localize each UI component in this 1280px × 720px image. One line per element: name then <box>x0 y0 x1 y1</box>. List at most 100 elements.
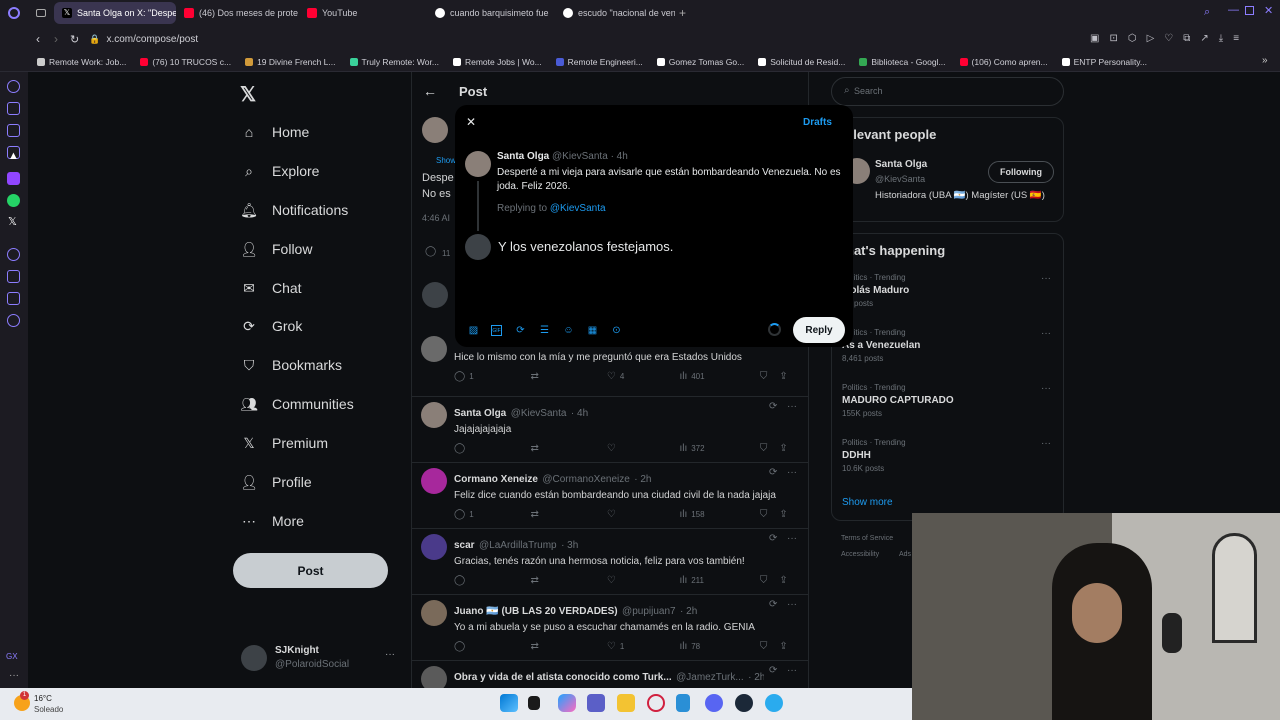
account-switcher[interactable]: SJKnight @PolaroidSocial ··· <box>240 644 400 674</box>
close-window-icon[interactable]: ✕ <box>1264 4 1273 17</box>
aria-icon[interactable]: ▲ <box>8 150 19 162</box>
x-logo-icon[interactable]: 𝕏 <box>240 82 256 107</box>
author-name[interactable]: Santa Olga <box>454 408 506 419</box>
new-tab-icon[interactable]: + <box>679 6 686 20</box>
trend-item[interactable]: Politics · Trending icolás Maduro 2K posts… <box>842 273 1052 308</box>
back-icon[interactable]: ‹ <box>36 32 40 46</box>
more-dots-icon[interactable]: ··· <box>787 533 797 544</box>
bookmark-item[interactable]: Truly Remote: Wor... <box>343 57 446 67</box>
opera-taskbar-icon[interactable] <box>647 694 665 712</box>
bookmark-action[interactable]: ⛉ <box>760 641 780 652</box>
image-icon[interactable]: ▨ <box>468 325 479 336</box>
more-dots-icon[interactable]: ··· <box>787 467 797 478</box>
more-dots-icon[interactable]: ··· <box>385 649 395 660</box>
opera-logo-icon[interactable] <box>8 7 20 19</box>
settings-icon[interactable] <box>7 314 20 327</box>
telegram-icon[interactable] <box>765 694 783 712</box>
notepad-icon[interactable] <box>676 694 690 712</box>
bookmark-item[interactable]: Solicitud de Resid... <box>751 57 852 67</box>
share-action[interactable]: ⇪ <box>779 443 799 454</box>
tab-sidebar-icon[interactable] <box>36 9 46 17</box>
share-action[interactable]: ⇪ <box>779 509 799 520</box>
bookmark-item[interactable]: Biblioteca - Googl... <box>852 57 952 67</box>
footer-terms-link[interactable]: Terms of Service <box>841 535 893 542</box>
music-icon[interactable] <box>7 248 20 261</box>
grok-icon[interactable]: ⟳ <box>769 665 777 676</box>
reply-post[interactable]: Obra y vida de el atista conocido como T… <box>411 660 809 699</box>
like-action[interactable]: ♡ 1 <box>607 641 680 652</box>
nav-item-grok[interactable]: ⟳ Grok <box>240 317 302 335</box>
author-name[interactable]: Cormano Xeneize <box>454 474 538 485</box>
grok-icon[interactable]: ⟳ <box>769 467 777 478</box>
share-icon[interactable]: ↗ <box>1200 33 1208 44</box>
author-name[interactable]: Obra y vida de el atista conocido como T… <box>454 672 672 683</box>
repost-action[interactable]: ⇄ <box>530 509 606 520</box>
views-action[interactable]: ılı 211 <box>679 575 759 586</box>
replying-handle-link[interactable]: @KievSanta <box>550 203 606 214</box>
grok-icon[interactable]: ⟳ <box>769 599 777 610</box>
author-name[interactable]: scar <box>454 540 475 551</box>
more-dots-icon[interactable]: ··· <box>787 401 797 412</box>
repost-action[interactable]: ⇄ <box>530 371 606 382</box>
author-name[interactable]: Juano 🇦🇷 (UB LAS 20 VERDADES) <box>454 606 618 617</box>
discord-icon[interactable] <box>705 694 723 712</box>
minimize-icon[interactable]: — <box>1228 4 1239 16</box>
reply-button[interactable]: Reply <box>793 317 845 343</box>
bookmark-item[interactable]: Remote Jobs | Wo... <box>446 57 549 67</box>
reply-post[interactable]: Cormano Xeneize @CormanoXeneize · 2h ⟳ ···… <box>411 462 809 528</box>
footer-ads-link[interactable]: Ads <box>899 551 911 558</box>
poll-icon[interactable]: ☰ <box>539 325 550 336</box>
bookmark-item[interactable]: Remote Work: Job... <box>30 57 133 67</box>
whatsapp-icon[interactable] <box>7 194 20 207</box>
reply-action[interactable]: ◯ <box>454 575 530 586</box>
trend-item[interactable]: Politics · Trending DDHH 10.6K posts ··· <box>842 438 1052 473</box>
task-view-icon[interactable] <box>528 696 540 710</box>
nav-item-notifications[interactable]: 🔔︎ Notifications <box>240 201 348 219</box>
search-box[interactable]: ⌕ Search <box>831 77 1064 106</box>
grok-icon[interactable]: ⟳ <box>515 325 526 336</box>
bookmarks-overflow-icon[interactable]: » <box>1262 55 1268 66</box>
bookmark-action[interactable]: ⛉ <box>760 509 780 520</box>
search-input[interactable]: Search <box>854 86 883 96</box>
menu-icon[interactable]: ≡ <box>1233 33 1239 44</box>
person-name[interactable]: Santa Olga <box>875 159 927 170</box>
reply-action[interactable]: ◯ <box>454 641 530 652</box>
location-icon[interactable]: ⊙ <box>611 325 622 336</box>
avatar[interactable] <box>421 336 447 362</box>
views-action[interactable]: ılı 372 <box>679 443 759 454</box>
tab-google-2[interactable]: escudo "nacional de vene <box>555 2 675 24</box>
reply-action[interactable]: ◯ <box>454 443 530 454</box>
maximize-icon[interactable] <box>1245 6 1254 15</box>
reply-icon[interactable]: ◯ <box>425 246 436 257</box>
repost-action[interactable]: ⇄ <box>530 575 606 586</box>
toolbar-extension-icons[interactable]: ▣ ⊡ ⬡ ▷ ♡ ⧉ ↗ ⤓ ≡ <box>1090 33 1239 44</box>
messenger-sidebar-icon[interactable] <box>7 124 20 137</box>
heart-icon[interactable]: ♡ <box>1164 33 1173 44</box>
x-sidebar-icon[interactable]: 𝕏 <box>8 215 17 228</box>
more-dots-icon[interactable]: ··· <box>787 599 797 610</box>
nav-item-communities[interactable]: 👥︎ Communities <box>240 395 354 413</box>
download-icon[interactable]: ⤓ <box>1219 33 1223 44</box>
bookmark-item[interactable]: ENTP Personality... <box>1055 57 1154 67</box>
share-action[interactable]: ⇪ <box>779 641 799 652</box>
like-action[interactable]: ♡ <box>607 443 680 454</box>
tab-youtube-2[interactable]: YouTube <box>299 2 427 24</box>
avatar[interactable] <box>421 402 447 428</box>
post-button[interactable]: Post <box>233 553 388 588</box>
tab-youtube-1[interactable]: (46) Dos meses de prote <box>176 2 299 24</box>
nav-item-more[interactable]: ⋯ More <box>240 512 304 530</box>
social-icon[interactable] <box>7 292 20 305</box>
profile-sidebar-icon[interactable] <box>7 102 20 115</box>
url-field[interactable]: x.com/compose/post <box>106 34 198 45</box>
reply-post[interactable]: scar @LaArdillaTrump · 3h ⟳ ··· Gracias, te… <box>411 528 809 594</box>
forward-icon[interactable]: › <box>54 32 58 46</box>
emoji-icon[interactable]: ☺ <box>563 325 574 336</box>
trend-item[interactable]: Politics · Trending MADURO CAPTURADO 155K … <box>842 383 1052 418</box>
more-dots-icon[interactable]: ··· <box>1041 438 1051 449</box>
reply-action[interactable]: ◯ 1 <box>454 371 530 382</box>
avatar[interactable] <box>421 600 447 626</box>
twitch-icon[interactable] <box>7 172 20 185</box>
steam-icon[interactable] <box>735 694 753 712</box>
tab-active-post[interactable]: 𝕏 Santa Olga on X: "Desper <box>54 2 176 24</box>
views-action[interactable]: ılı 158 <box>679 509 759 520</box>
